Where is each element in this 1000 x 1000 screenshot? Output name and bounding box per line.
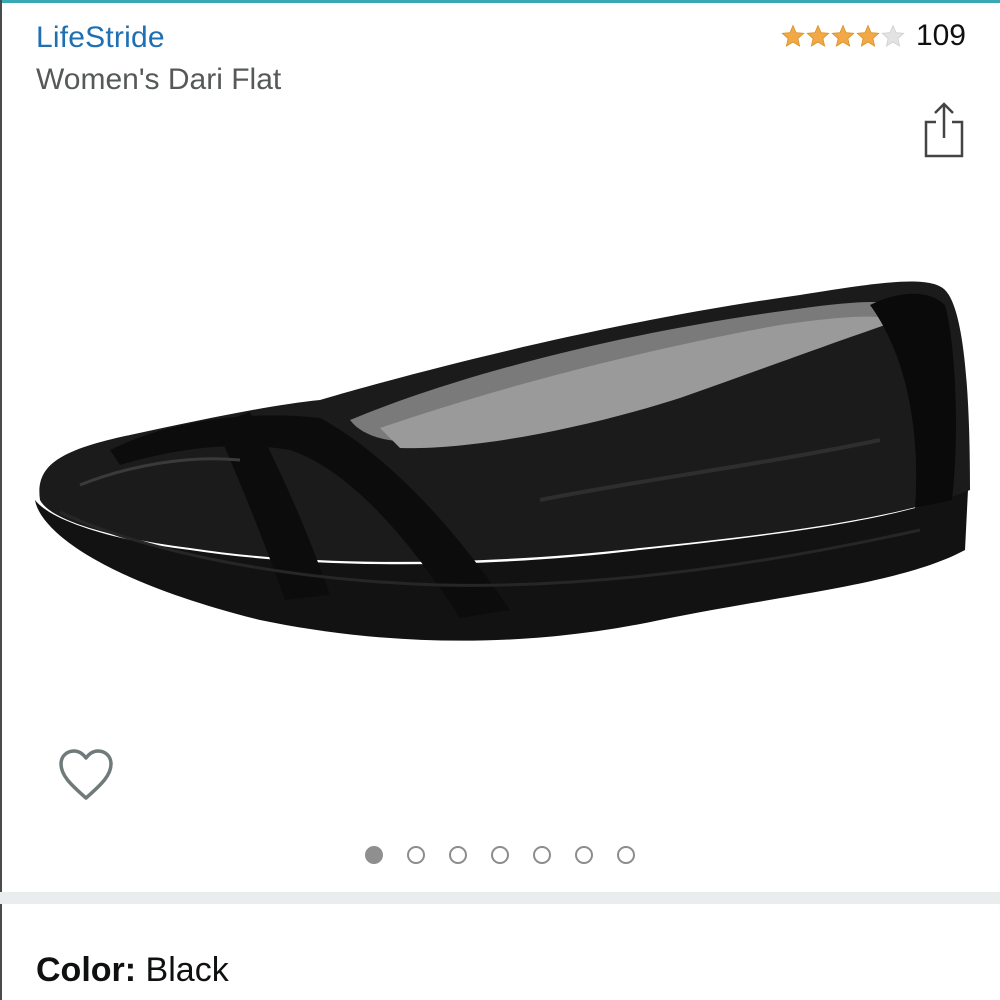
star-filled-icon	[781, 24, 805, 47]
rating-summary[interactable]: 109	[781, 18, 966, 54]
color-label: Color:	[36, 951, 137, 989]
section-divider	[0, 892, 1000, 904]
star-empty-icon	[881, 24, 905, 47]
brand-link[interactable]: LifeStride	[36, 20, 165, 56]
rating-count: 109	[915, 19, 966, 52]
star-filled-icon	[831, 24, 855, 47]
color-value: Black	[145, 951, 229, 989]
carousel-dot[interactable]	[407, 846, 425, 864]
star-filled-icon	[856, 24, 880, 47]
carousel-dot[interactable]	[365, 846, 383, 864]
product-image[interactable]	[20, 250, 980, 670]
carousel-dot[interactable]	[575, 846, 593, 864]
product-title: Women's Dari Flat	[36, 63, 282, 96]
heart-outline-icon[interactable]	[58, 748, 114, 802]
star-filled-icon	[806, 24, 830, 47]
carousel-dot[interactable]	[617, 846, 635, 864]
carousel-dot[interactable]	[491, 846, 509, 864]
carousel-dot[interactable]	[449, 846, 467, 864]
top-accent-rule	[0, 0, 1000, 3]
share-icon[interactable]	[922, 100, 966, 158]
color-selection: Color: Black	[36, 950, 229, 990]
image-carousel-indicators	[0, 846, 1000, 864]
carousel-dot[interactable]	[533, 846, 551, 864]
star-rating	[781, 24, 906, 48]
